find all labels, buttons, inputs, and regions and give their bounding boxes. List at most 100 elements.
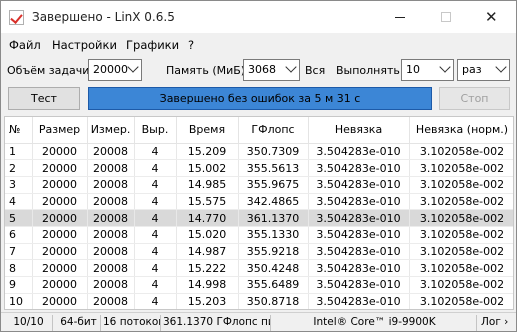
memory-value: 3068 (248, 63, 276, 76)
table-cell: 15.575 (176, 193, 239, 211)
footer-progress: 10/10 (5, 315, 53, 331)
table-cell: 20008 (87, 159, 135, 177)
table-cell: 3.102058e-002 (409, 193, 513, 211)
table-cell: 3.504283e-010 (308, 176, 410, 194)
table-row[interactable]: 1 20000 20008 4 15.209 350.7309 3.504283e-010 3… (5, 143, 513, 161)
col-header-residual[interactable]: Невязка (308, 117, 410, 144)
table-cell: 20008 (87, 226, 135, 244)
run-unit-combo[interactable]: раз (457, 59, 510, 81)
table-cell: 14.987 (176, 243, 239, 261)
table-cell: 8 (5, 259, 33, 277)
run-unit-value: раз (462, 63, 482, 76)
table-row[interactable]: 8 20000 20008 4 15.222 350.4248 3.504283e-010 3… (5, 259, 513, 277)
table-cell: 4 (134, 293, 177, 309)
table-cell: 4 (134, 259, 177, 277)
maximize-button[interactable] (423, 1, 469, 33)
task-size-label: Объём задачи: (7, 64, 94, 77)
table-cell: 3.102058e-002 (409, 176, 513, 194)
table-row[interactable]: 2 20000 20008 4 15.002 355.5613 3.504283e-010 3… (5, 159, 513, 177)
linx-window: Завершено - LinX 0.6.5 ✕ Файл Настройки … (0, 0, 517, 332)
table-cell: 20000 (32, 259, 88, 277)
footer-peak: 361.1370 ГФлопс пик (163, 315, 271, 331)
table-row[interactable]: 5 20000 20008 4 14.770 361.1370 3.504283e-010 3… (5, 209, 513, 227)
table-cell: 4 (134, 243, 177, 261)
table-row[interactable]: 4 20000 20008 4 15.575 342.4865 3.504283e-010 3… (5, 193, 513, 211)
table-cell: 15.203 (176, 293, 239, 309)
table-cell: 361.1370 (238, 209, 309, 227)
close-button[interactable]: ✕ (469, 1, 515, 33)
all-memory-label[interactable]: Вся (305, 64, 325, 77)
task-size-combo[interactable]: 20000 (88, 59, 142, 81)
table-cell: 1 (5, 143, 33, 161)
table-cell: 350.4248 (238, 259, 309, 277)
table-cell: 3.504283e-010 (308, 293, 410, 309)
minimize-icon (395, 17, 405, 18)
col-header-gflops[interactable]: ГФлопс (238, 117, 309, 144)
run-label: Выполнять: (336, 64, 404, 77)
col-header-number[interactable]: № (5, 117, 33, 144)
table-cell: 3.102058e-002 (409, 226, 513, 244)
table-cell: 3.504283e-010 (308, 143, 410, 161)
table-cell: 3.102058e-002 (409, 243, 513, 261)
table-cell: 4 (134, 193, 177, 211)
table-cell: 20000 (32, 176, 88, 194)
table-cell: 10 (5, 293, 33, 309)
table-row[interactable]: 9 20000 20008 4 14.998 355.6489 3.504283e-010 3… (5, 276, 513, 294)
menu-help[interactable]: ? (188, 38, 194, 52)
table-row[interactable]: 7 20000 20008 4 14.987 355.9218 3.504283e-010 3… (5, 243, 513, 261)
status-progress-bar: Завершено без ошибок за 5 м 31 с (88, 87, 432, 110)
col-header-measured[interactable]: Измер. (87, 117, 135, 144)
table-cell: 3.102058e-002 (409, 293, 513, 309)
table-cell: 9 (5, 276, 33, 294)
footer-bits: 64-бит (57, 315, 101, 331)
table-cell: 355.9218 (238, 243, 309, 261)
window-title: Завершено - LinX 0.6.5 (32, 10, 175, 24)
table-row[interactable]: 3 20000 20008 4 14.985 355.9675 3.504283e-010 3… (5, 176, 513, 194)
table-cell: 20008 (87, 193, 135, 211)
minimize-button[interactable] (377, 1, 423, 33)
table-cell: 3.102058e-002 (409, 143, 513, 161)
title-bar: Завершено - LinX 0.6.5 ✕ (1, 1, 516, 33)
run-count-combo[interactable]: 10 (401, 59, 454, 81)
table-cell: 20000 (32, 243, 88, 261)
table-cell: 355.1330 (238, 226, 309, 244)
table-cell: 3.102058e-002 (409, 159, 513, 177)
col-header-residual-norm[interactable]: Невязка (норм.) (409, 117, 513, 144)
test-button[interactable]: Тест (8, 87, 80, 110)
menu-graphs[interactable]: Графики (126, 38, 179, 52)
table-cell: 15.222 (176, 259, 239, 277)
chevron-down-icon (285, 61, 297, 73)
chevron-down-icon (127, 61, 139, 73)
table-cell: 14.770 (176, 209, 239, 227)
table-cell: 3.504283e-010 (308, 159, 410, 177)
table-cell: 7 (5, 243, 33, 261)
table-cell: 15.020 (176, 226, 239, 244)
task-size-value: 20000 (93, 63, 128, 76)
col-header-time[interactable]: Время (176, 117, 239, 144)
maximize-icon (441, 12, 451, 22)
menu-bar: Файл Настройки Графики ? (1, 35, 516, 55)
status-footer: 10/10 64-бит 16 потоков 361.1370 ГФлопс … (1, 312, 516, 331)
table-cell: 355.5613 (238, 159, 309, 177)
table-cell: 3.504283e-010 (308, 209, 410, 227)
log-button[interactable]: Лог › (481, 315, 515, 331)
menu-settings[interactable]: Настройки (52, 38, 117, 52)
stop-button[interactable]: Стоп (439, 87, 510, 110)
table-cell: 355.9675 (238, 176, 309, 194)
app-checkmark-icon (9, 10, 24, 25)
table-row[interactable]: 6 20000 20008 4 15.020 355.1330 3.504283e-010 3… (5, 226, 513, 244)
table-cell: 4 (134, 176, 177, 194)
col-header-alignment[interactable]: Выр. (134, 117, 177, 144)
results-table[interactable]: № Размер Измер. Выр. Время ГФлопс Невязк… (4, 116, 514, 310)
table-cell: 4 (134, 276, 177, 294)
menu-file[interactable]: Файл (9, 38, 41, 52)
table-cell: 4 (134, 143, 177, 161)
table-cell: 20000 (32, 143, 88, 161)
table-cell: 3.504283e-010 (308, 193, 410, 211)
table-cell: 4 (134, 159, 177, 177)
memory-combo[interactable]: 3068 (243, 59, 300, 81)
table-cell: 3.504283e-010 (308, 226, 410, 244)
col-header-size[interactable]: Размер (32, 117, 88, 144)
table-cell: 15.002 (176, 159, 239, 177)
table-row[interactable]: 10 20000 20008 4 15.203 350.8718 3.504283e-010… (5, 293, 513, 309)
